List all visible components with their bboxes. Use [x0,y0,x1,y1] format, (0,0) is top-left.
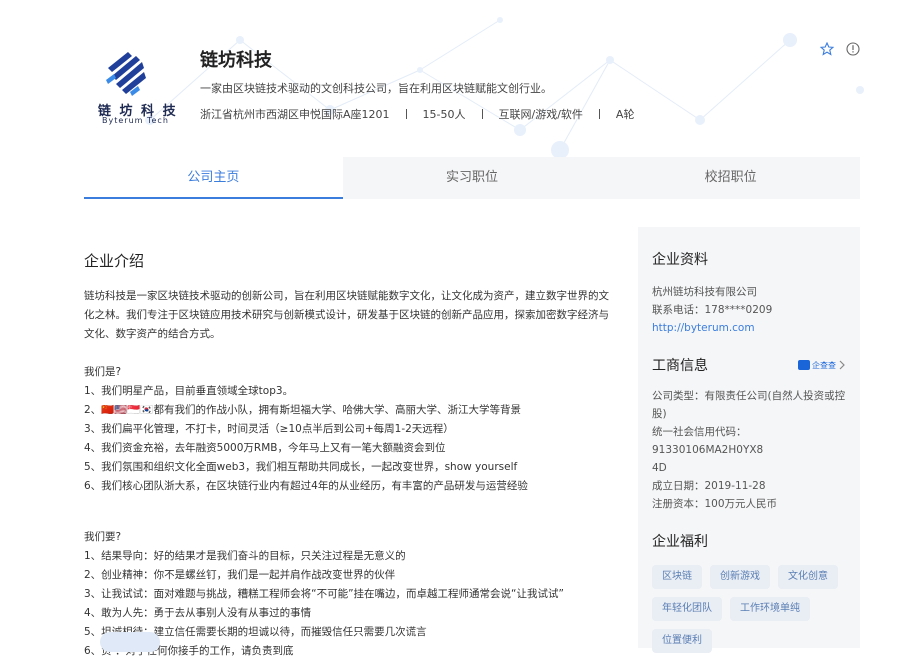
company-tabs: 公司主页 实习职位 校招职位 [84,157,860,199]
who-item: 6、我们核心团队浙大系，在区块链行业内有超过4年的从业经历，有丰富的产品研发与运… [84,480,528,492]
who-title: 我们是? [84,366,122,378]
company-intro: 企业介绍 链坊科技是一家区块链技术驱动的创新公司，旨在利用区块链赋能数字文化，让… [84,250,614,661]
star-icon[interactable] [820,42,834,56]
want-item: 5、坦诚相待：建立信任需要长期的坦诚以待，而摧毁信任只需要几次谎言 [84,626,427,638]
company-phone: 联系电话：178****0209 [652,304,773,316]
welfare-tag: 工作环境单纯 [730,597,810,621]
intro-paragraph: 链坊科技是一家区块链技术驱动的创新公司，旨在利用区块链赋能数字文化，让文化成为资… [84,290,609,340]
business-info-section: 工商信息 企查查 公司类型：有限责任公司(自然人投资或控 股) 统一社会信用代码… [652,355,846,513]
who-item: 5、我们氛围和组织文化全面web3，我们相互帮助共同成长，一起改变世界，show… [84,461,518,473]
welfare-tag: 创新游戏 [710,565,770,589]
company-type-cont: 股) [652,408,667,420]
qichacha-label: 企查查 [812,360,836,370]
company-round: A轮 [615,108,635,121]
divider [481,109,483,119]
welfare-tag: 文化创意 [778,565,838,589]
want-item: 6、负 ：对于任何你接手的工作，请负责到底 [84,645,294,657]
floating-widget[interactable] [100,632,160,652]
divider [405,109,407,119]
chevron-right-icon [839,360,845,370]
info-circle-icon[interactable] [846,42,860,56]
logo-subtext: Byterum Tech [102,116,169,125]
company-description: 一家由区块链技术驱动的文创科技公司，旨在利用区块链赋能文创行业。 [200,82,552,95]
intro-title: 企业介绍 [84,252,145,270]
qichacha-logo-icon [798,360,810,370]
company-logo: 链 坊 科 技 Byterum Tech [84,30,180,130]
tab-company-home[interactable]: 公司主页 [84,157,343,199]
company-website-link[interactable]: http://byterum.com [652,319,846,337]
profile-section: 企业资料 杭州链坊科技有限公司 联系电话：178****0209 http://… [652,249,846,337]
company-location: 浙江省杭州市西湖区申悦国际A座1201 [200,108,390,121]
welfare-tags: 区块链 创新游戏 文化创意 年轻化团队 工作环境单纯 位置便利 [652,565,846,653]
registered-capital: 注册资本：100万元人民币 [652,498,778,510]
tab-internships[interactable]: 实习职位 [343,157,602,199]
company-type: 公司类型：有限责任公司(自然人投资或控 [652,390,846,402]
company-industry: 互联网/游戏/软件 [498,108,583,121]
welfare-tag: 年轻化团队 [652,597,722,621]
want-item: 4、敢为人先：勇于去从事别人没有从事过的事情 [84,607,312,619]
credit-code-cont: 4D [652,462,667,474]
want-item: 3、让我试试：面对难题与挑战，糟糕工程师会将“不可能”挂在嘴边，而卓越工程师通常… [84,588,564,600]
company-full-name: 杭州链坊科技有限公司 [652,286,757,298]
tab-campus-jobs[interactable]: 校招职位 [601,157,860,199]
want-item: 2、创业精神：你不是螺丝钉，我们是一起并肩作战改变世界的伙伴 [84,569,396,581]
who-item: 1、我们明星产品，目前垂直领域全球top3。 [84,385,294,397]
qichacha-link[interactable]: 企查查 [798,360,846,371]
credit-code: 统一社会信用代码：91330106MA2H0YX8 [652,426,764,456]
want-title: 我们要? [84,531,122,543]
want-item: 1、结果导向：好的结果才是我们奋斗的目标，只关注过程是无意义的 [84,550,406,562]
business-info-title: 工商信息 [652,358,708,374]
who-item: 2、🇨🇳🇺🇸🇸🇬🇰🇷都有我们的作战小队，拥有斯坦福大学、哈佛大学、高丽大学、浙江… [84,404,521,416]
company-header: 链 坊 科 技 Byterum Tech 链坊科技 一家由区块链技术驱动的文创科… [84,30,860,160]
welfare-title: 企业福利 [652,534,708,550]
founded-date: 成立日期：2019-11-28 [652,480,766,492]
company-sidebar: 企业资料 杭州链坊科技有限公司 联系电话：178****0209 http://… [638,227,860,653]
welfare-tag: 区块链 [652,565,702,589]
who-item: 3、我们扁平化管理，不打卡，时间灵活（≥10点半后到公司+每周1-2天远程） [84,423,454,435]
who-item: 4、我们资金充裕，去年融资5000万RMB，今年马上又有一笔大额融资会到位 [84,442,446,454]
header-actions [820,42,860,56]
welfare-tag: 位置便利 [652,629,712,653]
company-name: 链坊科技 [200,50,272,71]
welfare-section: 企业福利 区块链 创新游戏 文化创意 年轻化团队 工作环境单纯 位置便利 [652,531,846,653]
company-size: 15-50人 [422,108,466,121]
divider [598,109,600,119]
logo-mark-icon [106,52,146,96]
profile-title: 企业资料 [652,252,708,268]
company-meta: 浙江省杭州市西湖区申悦国际A座1201 15-50人 互联网/游戏/软件 A轮 [200,106,634,122]
